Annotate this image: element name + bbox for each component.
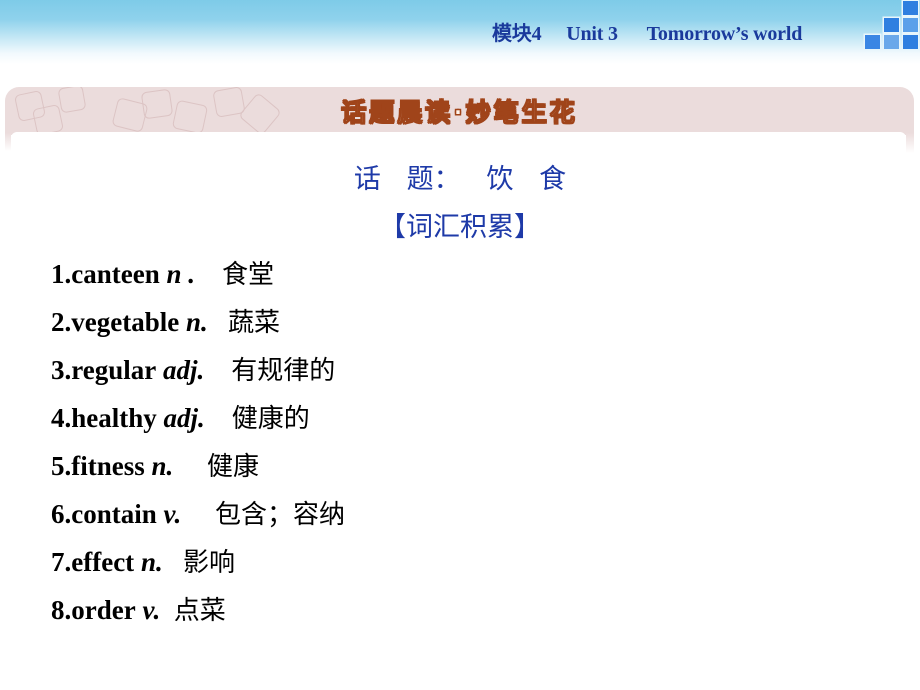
banner-title: 话题晨读·妙笔生花 [341, 98, 578, 128]
unit-title: Tomorrow’s world [646, 23, 803, 45]
vocab-number: 5. [51, 451, 72, 481]
vocab-word: order [71, 595, 136, 625]
logo-square [884, 35, 899, 49]
vocab-item: 1.canteen n . 食堂 [51, 252, 345, 300]
logo-square [884, 18, 899, 32]
vocab-number: 3. [51, 355, 72, 385]
module-label: 模块4 [492, 23, 542, 45]
vocab-number: 4. [51, 403, 72, 433]
logo-square [865, 35, 880, 49]
vocab-item: 2.vegetable n. 蔬菜 [51, 300, 345, 348]
vocab-meaning: 包含；容纳 [215, 500, 346, 530]
vocab-word: contain [71, 499, 157, 529]
logo-square [903, 18, 918, 32]
vocab-word: effect [71, 547, 135, 577]
vocab-item: 6.contain v. 包含；容纳 [51, 492, 345, 540]
vocab-item: 4.healthy adj. 健康的 [51, 396, 345, 444]
vocab-meaning: 食堂 [222, 260, 275, 290]
header-title: 模块4 Unit 3 Tomorrow’s world [492, 17, 802, 45]
vocab-meaning: 蔬菜 [228, 308, 281, 338]
vocab-item: 8.order v. 点菜 [51, 588, 345, 636]
topic-heading: 话 题： 饮 食 [353, 164, 567, 195]
logo-square [903, 35, 918, 49]
vocab-item: 3.regular adj. 有规律的 [51, 348, 345, 396]
vocab-word: healthy [71, 403, 157, 433]
vocabulary-list: 1.canteen n . 食堂 2.vegetable n. 蔬菜 3.reg… [51, 252, 345, 636]
vocab-item: 5.fitness n. 健康 [51, 444, 345, 492]
vocab-pos: n. [185, 307, 208, 337]
vocab-pos: n. [140, 547, 163, 577]
vocab-item: 7.effect n. 影响 [51, 540, 345, 588]
vocab-meaning: 健康 [207, 452, 260, 482]
vocab-word: canteen [71, 259, 160, 289]
vocab-meaning: 健康的 [231, 404, 310, 434]
vocab-pos: v. [163, 499, 182, 529]
vocab-pos: n . [166, 259, 196, 289]
vocab-pos: adj. [162, 355, 205, 385]
section-banner: 话题晨读·妙笔生花 [5, 87, 914, 135]
vocab-meaning: 有规律的 [231, 356, 336, 386]
vocab-word: fitness [71, 451, 145, 481]
section-heading: 【词汇积累】 [379, 212, 541, 243]
vocab-word: vegetable [71, 307, 180, 337]
vocab-pos: adj. [163, 403, 205, 433]
frame-right-edge [906, 133, 914, 153]
vocab-number: 1. [51, 259, 72, 289]
unit-label: Unit 3 [566, 23, 618, 45]
corner-logo-icon [862, 0, 920, 52]
vocab-number: 7. [51, 547, 72, 577]
vocab-pos: v. [142, 595, 161, 625]
vocab-meaning: 影响 [182, 548, 235, 578]
vocab-number: 2. [51, 307, 72, 337]
vocab-word: regular [71, 355, 157, 385]
vocab-meaning: 点菜 [173, 596, 226, 626]
vocab-number: 6. [51, 499, 72, 529]
logo-square [903, 1, 918, 15]
vocab-pos: n. [151, 451, 174, 481]
vocab-number: 8. [51, 595, 72, 625]
